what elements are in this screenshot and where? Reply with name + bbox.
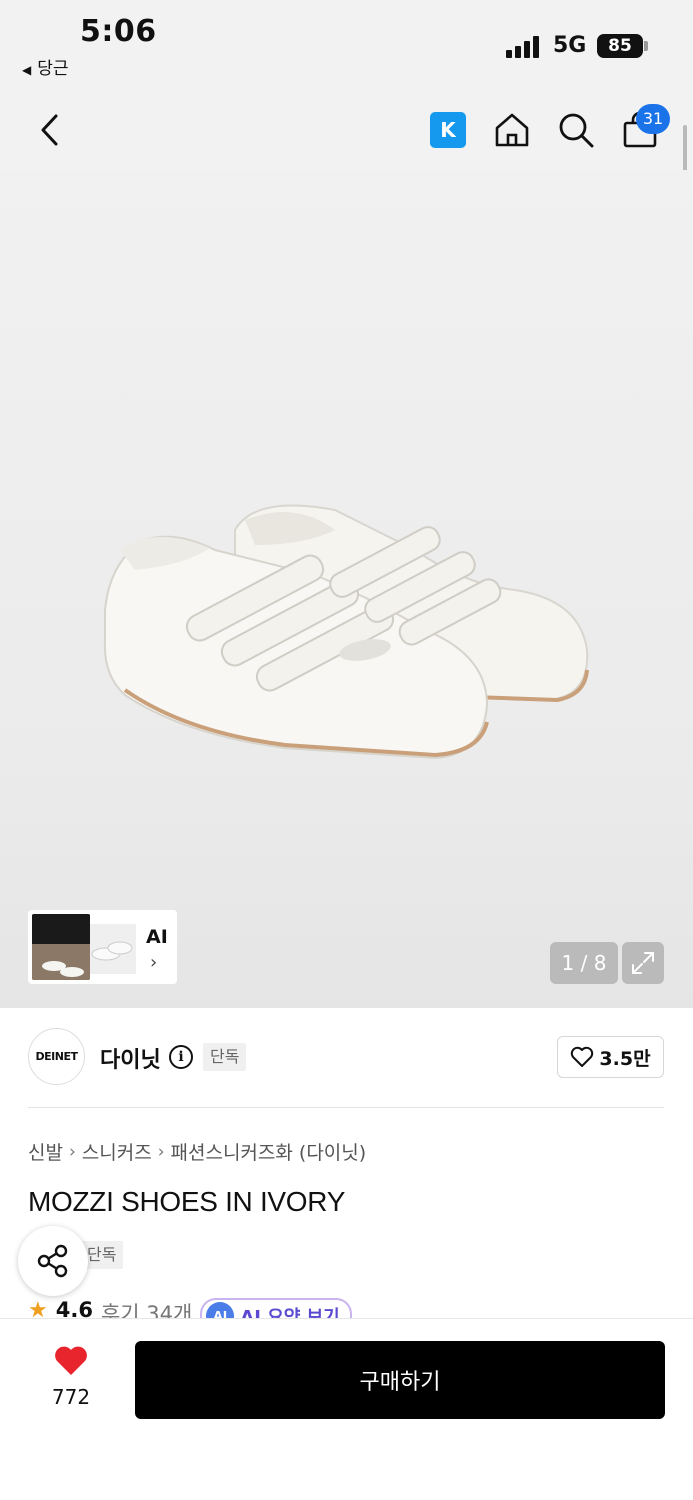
product-image-shoes	[103, 504, 589, 760]
share-icon	[37, 1244, 68, 1278]
bottom-action-bar: 772 구매하기	[0, 1318, 693, 1500]
breadcrumb-item[interactable]: 패션스니커즈화 (다이닛)	[171, 1138, 367, 1165]
expand-button[interactable]	[622, 942, 664, 984]
star-icon: ★	[28, 1298, 48, 1318]
status-time: 5:06	[80, 14, 157, 49]
heart-filled-icon	[55, 1346, 87, 1375]
chevron-left-icon	[41, 114, 58, 146]
ai-label: AI	[146, 926, 168, 948]
rating-value: 4.6	[55, 1298, 93, 1318]
breadcrumb-item[interactable]: 신발	[28, 1138, 63, 1165]
wishlist-count: 772	[51, 1385, 91, 1409]
review-count-link[interactable]: 후기 34개	[101, 1298, 192, 1318]
breadcrumb-item[interactable]: 스니커즈	[82, 1138, 152, 1165]
top-nav: K	[0, 90, 693, 170]
cart-count-badge: 31	[636, 104, 670, 134]
ai-badge-icon: AI	[206, 1302, 235, 1318]
signal-icon	[506, 34, 544, 58]
status-bar: 5:06 ◀ 당근 5G 85	[0, 0, 693, 90]
battery-tip	[644, 41, 648, 51]
home-icon	[495, 113, 529, 147]
share-button[interactable]	[18, 1226, 88, 1296]
chevron-right-icon: ›	[157, 1141, 165, 1162]
exclusive-tag: 단독	[203, 1043, 247, 1071]
image-pager: 1 / 8	[550, 942, 618, 984]
ai-summary-label: AI 요약 보기	[240, 1307, 340, 1318]
product-title: MOZZI SHOES IN IVORY	[28, 1186, 346, 1217]
info-icon[interactable]: i	[169, 1045, 193, 1069]
home-button[interactable]	[490, 108, 534, 152]
battery-icon: 85	[597, 34, 643, 58]
search-icon	[559, 113, 594, 148]
chevron-right-icon: ›	[68, 1141, 76, 1162]
styling-photo-thumbnail	[32, 914, 90, 980]
chevron-right-icon: ›	[150, 952, 158, 973]
breadcrumb: 신발 › 스니커즈 › 패션스니커즈화 (다이닛)	[28, 1138, 366, 1165]
brand-like-count: 3.5만	[599, 1047, 651, 1070]
brand-name[interactable]: 다이닛	[100, 1042, 161, 1074]
wishlist-button[interactable]: 772	[38, 1345, 104, 1415]
back-app-label: 당근	[37, 59, 69, 79]
divider	[28, 1107, 664, 1108]
back-button[interactable]	[28, 108, 72, 152]
back-to-app-link[interactable]: ◀ 당근	[22, 54, 69, 79]
brand-logo[interactable]: DEINET	[28, 1028, 85, 1085]
buy-button[interactable]: 구매하기	[135, 1341, 665, 1419]
heart-outline-icon	[571, 1046, 594, 1067]
search-button[interactable]	[554, 108, 598, 152]
product-photo-thumbnail	[90, 924, 136, 974]
ai-style-thumbnail[interactable]: AI ›	[28, 910, 177, 984]
back-triangle-icon: ◀	[22, 63, 32, 77]
ai-summary-button[interactable]: AI AI 요약 보기	[200, 1298, 352, 1318]
expand-icon	[632, 952, 654, 974]
rating-row: ★ 4.6 후기 34개 AI AI 요약 보기	[28, 1298, 352, 1318]
network-type: 5G	[553, 33, 587, 58]
k-button[interactable]: K	[430, 112, 466, 148]
brand-like-button[interactable]: 3.5만	[557, 1036, 664, 1078]
product-image-gallery[interactable]: AI › 1 / 8	[0, 170, 693, 1008]
